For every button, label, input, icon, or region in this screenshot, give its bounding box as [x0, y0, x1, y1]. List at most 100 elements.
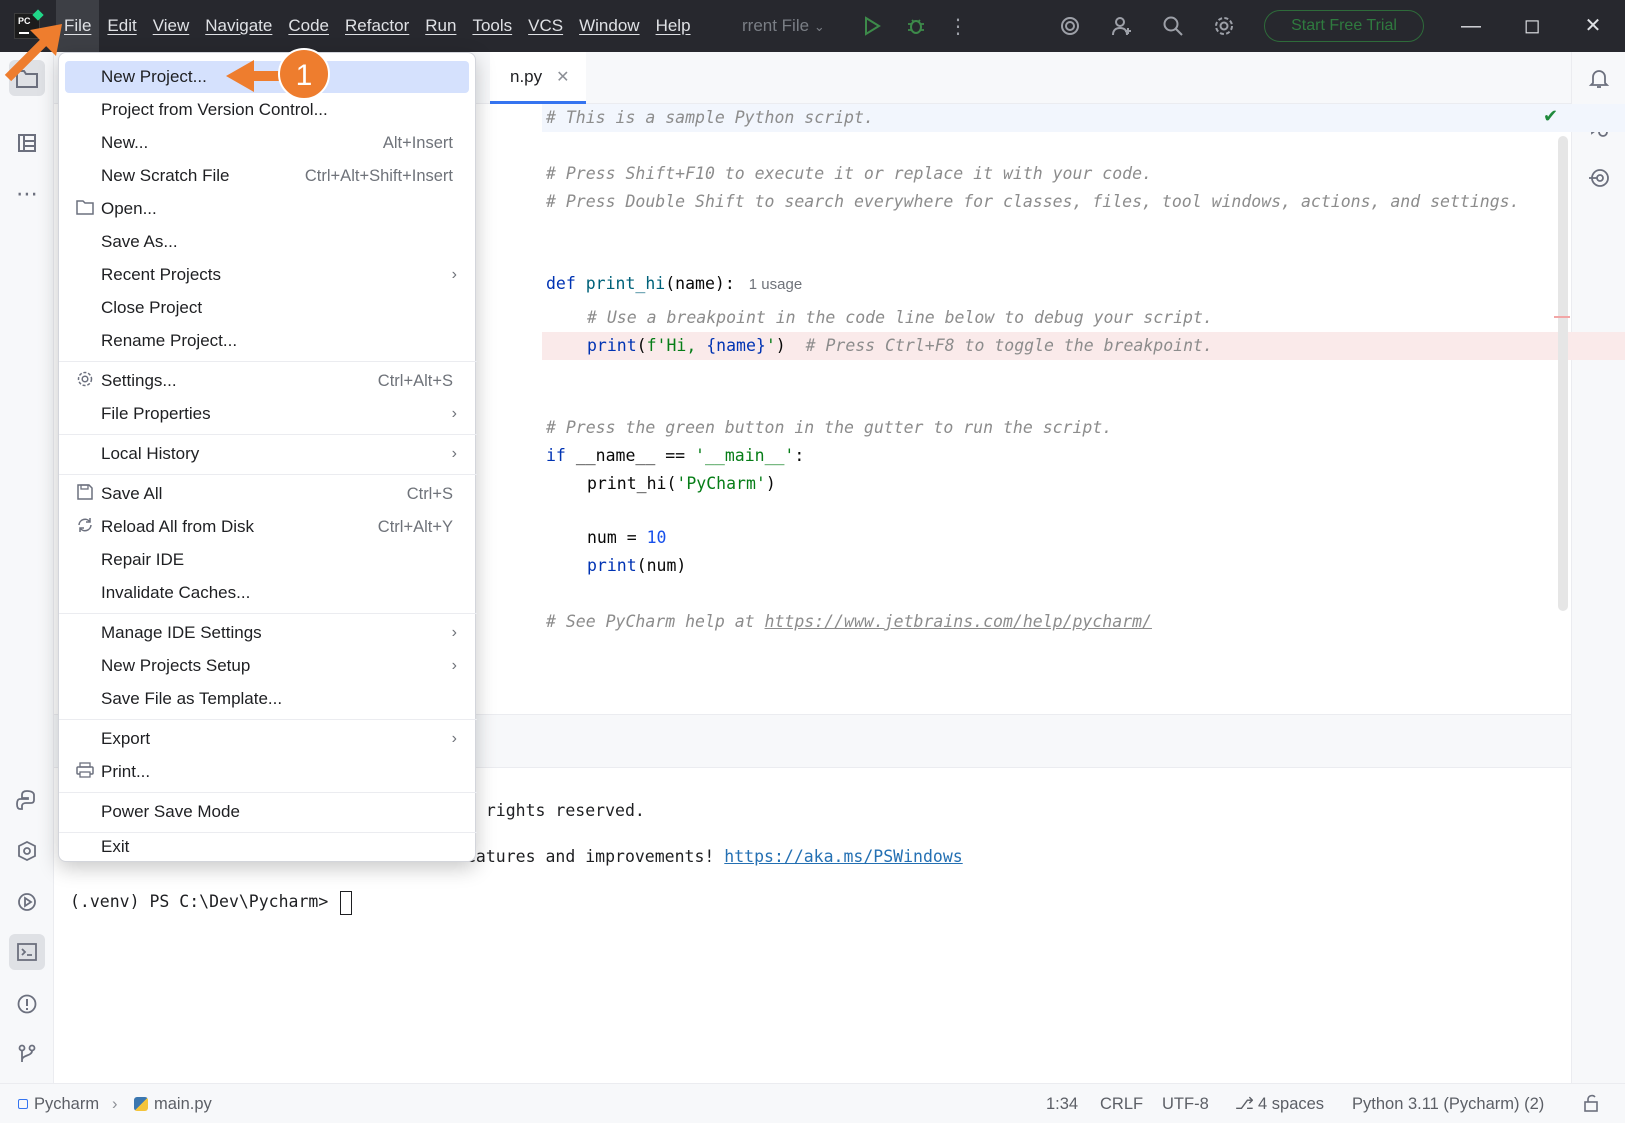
- menu-item-new-scratch-file[interactable]: New Scratch File Ctrl+Alt+Shift+Insert: [65, 160, 469, 192]
- menu-item-manage-ide-settings[interactable]: Manage IDE Settings ›: [65, 617, 469, 649]
- coverage-icon[interactable]: [1581, 160, 1617, 196]
- problems-icon[interactable]: [9, 986, 45, 1022]
- menu-item-close-project[interactable]: Close Project: [65, 292, 469, 324]
- menu-item-save-as-template[interactable]: Save File as Template...: [65, 683, 469, 715]
- read-only-lock-icon[interactable]: [1582, 1084, 1600, 1123]
- no-problems-check-icon[interactable]: ✔: [1543, 106, 1558, 127]
- submenu-arrow-icon: ›: [451, 445, 457, 462]
- close-window-button[interactable]: ✕: [1570, 10, 1616, 42]
- terminal-cursor: [340, 890, 353, 915]
- minimize-window-button[interactable]: —: [1448, 10, 1494, 42]
- more-actions-icon[interactable]: ⋮: [946, 14, 970, 38]
- submenu-arrow-icon: ›: [451, 266, 457, 283]
- left-tool-strip: ⋯: [0, 52, 54, 1083]
- menu-item-reload-all[interactable]: Reload All from Disk Ctrl+Alt+Y: [65, 511, 469, 543]
- code-line-comment-breakpoint: # Use a breakpoint in the code line belo…: [587, 308, 1213, 327]
- run-icon[interactable]: [860, 14, 884, 38]
- start-free-trial-button[interactable]: Start Free Trial: [1264, 10, 1424, 42]
- menu-separator: [59, 719, 477, 720]
- arrow-to-file-menu-icon: [4, 24, 62, 82]
- module-icon: [18, 1099, 28, 1109]
- structure-icon[interactable]: [9, 125, 45, 161]
- menu-item-power-save-mode[interactable]: Power Save Mode: [65, 796, 469, 828]
- code-line-help: # See PyCharm help at https://www.jetbra…: [546, 612, 1152, 631]
- notifications-bell-icon[interactable]: [1581, 60, 1617, 96]
- menu-item-new-projects-setup[interactable]: New Projects Setup ›: [65, 650, 469, 682]
- menu-item-save-all[interactable]: Save All Ctrl+S: [65, 478, 469, 510]
- usage-hint[interactable]: 1 usage: [749, 276, 802, 293]
- tab-main-py[interactable]: n.py ✕: [490, 52, 586, 104]
- python-packages-icon[interactable]: [9, 782, 45, 818]
- gear-icon: [75, 365, 95, 397]
- right-tool-strip: [1571, 52, 1625, 1083]
- help-link[interactable]: https://www.jetbrains.com/help/pycharm/: [765, 612, 1152, 631]
- menu-item-repair-ide[interactable]: Repair IDE: [65, 544, 469, 576]
- menu-item-settings[interactable]: Settings... Ctrl+Alt+S: [65, 365, 469, 397]
- indent-setting[interactable]: ⎇ 4 spaces: [1235, 1084, 1324, 1123]
- submenu-arrow-icon: ›: [451, 730, 457, 747]
- terminal-icon[interactable]: [9, 934, 45, 970]
- services-icon[interactable]: [9, 884, 45, 920]
- breadcrumb-separator-icon: ›: [112, 1095, 118, 1113]
- code-line-gutter-comment: # Press the green button in the gutter t…: [546, 418, 1113, 437]
- code-line-num: num = 10: [587, 528, 667, 547]
- tab-label: n.py: [510, 66, 543, 86]
- run-configuration-label: rrent File: [742, 16, 810, 35]
- run-configuration-selector[interactable]: rrent File ⌄: [742, 0, 825, 52]
- menu-item-print[interactable]: Print...: [65, 756, 469, 788]
- reload-icon: [75, 511, 95, 543]
- breadcrumb-project[interactable]: Pycharm: [18, 1084, 99, 1123]
- python-file-icon: [134, 1097, 148, 1111]
- menu-item-rename-project[interactable]: Rename Project...: [65, 325, 469, 357]
- menu-item-open[interactable]: Open...: [65, 193, 469, 225]
- file-encoding[interactable]: UTF-8: [1162, 1084, 1209, 1123]
- menu-item-new[interactable]: New... Alt+Insert: [65, 127, 469, 159]
- menu-item-recent-projects[interactable]: Recent Projects ›: [65, 259, 469, 291]
- terminal-prompt[interactable]: (.venv) PS C:\Dev\Pycharm>: [70, 889, 353, 915]
- debug-icon[interactable]: [904, 14, 928, 38]
- submenu-arrow-icon: ›: [451, 657, 457, 674]
- file-menu-dropdown: New Project... Project from Version Cont…: [58, 52, 477, 862]
- add-user-icon[interactable]: [1110, 14, 1134, 38]
- menu-item-save-as[interactable]: Save As...: [65, 226, 469, 258]
- folder-icon: [75, 193, 95, 225]
- python-interpreter[interactable]: Python 3.11 (Pycharm) (2): [1352, 1084, 1544, 1123]
- code-line-if-main: if __name__ == '__main__':: [546, 446, 805, 465]
- menu-item-exit[interactable]: Exit: [65, 833, 469, 861]
- error-stripe-marker[interactable]: [1554, 316, 1570, 318]
- breadcrumb-file[interactable]: main.py: [134, 1084, 212, 1123]
- menu-vcs[interactable]: VCS: [520, 0, 571, 52]
- submenu-arrow-icon: ›: [451, 405, 457, 422]
- code-line-print-num: print(num): [587, 556, 687, 575]
- menu-item-export[interactable]: Export ›: [65, 723, 469, 755]
- maximize-window-button[interactable]: ◻: [1509, 10, 1555, 42]
- close-tab-icon[interactable]: ✕: [556, 67, 569, 87]
- menu-item-file-properties[interactable]: File Properties ›: [65, 398, 469, 430]
- menu-window[interactable]: Window: [571, 0, 647, 52]
- cursor-position[interactable]: 1:34: [1046, 1084, 1078, 1123]
- menu-refactor[interactable]: Refactor: [337, 0, 417, 52]
- powershell-link[interactable]: https://aka.ms/PSWindows: [724, 847, 962, 866]
- menu-item-local-history[interactable]: Local History ›: [65, 438, 469, 470]
- menu-run[interactable]: Run: [417, 0, 464, 52]
- more-tools-icon[interactable]: ⋯: [9, 176, 45, 212]
- editor-scrollbar[interactable]: [1558, 136, 1568, 611]
- menu-item-invalidate-caches[interactable]: Invalidate Caches...: [65, 577, 469, 609]
- search-icon[interactable]: [1161, 14, 1185, 38]
- python-console-icon[interactable]: [9, 833, 45, 869]
- menu-tools[interactable]: Tools: [464, 0, 520, 52]
- code-line-1: # This is a sample Python script.: [546, 108, 874, 127]
- terminal-line-1: l rights reserved.: [466, 801, 645, 820]
- line-separator[interactable]: CRLF: [1100, 1084, 1143, 1123]
- menu-separator: [59, 474, 477, 475]
- git-branch-icon[interactable]: [9, 1036, 45, 1072]
- code-line-call: print_hi('PyCharm'): [587, 474, 776, 493]
- arrow-to-new-project-icon: [226, 60, 280, 92]
- ai-assistant-icon[interactable]: [1058, 14, 1082, 38]
- menu-help[interactable]: Help: [648, 0, 699, 52]
- code-line-print: print(f'Hi, {name}') # Press Ctrl+F8 to …: [587, 336, 1213, 355]
- menu-separator: [59, 792, 477, 793]
- terminal-line-2: eatures and improvements! https://aka.ms…: [466, 847, 963, 866]
- submenu-arrow-icon: ›: [451, 624, 457, 641]
- settings-gear-icon[interactable]: [1212, 14, 1236, 38]
